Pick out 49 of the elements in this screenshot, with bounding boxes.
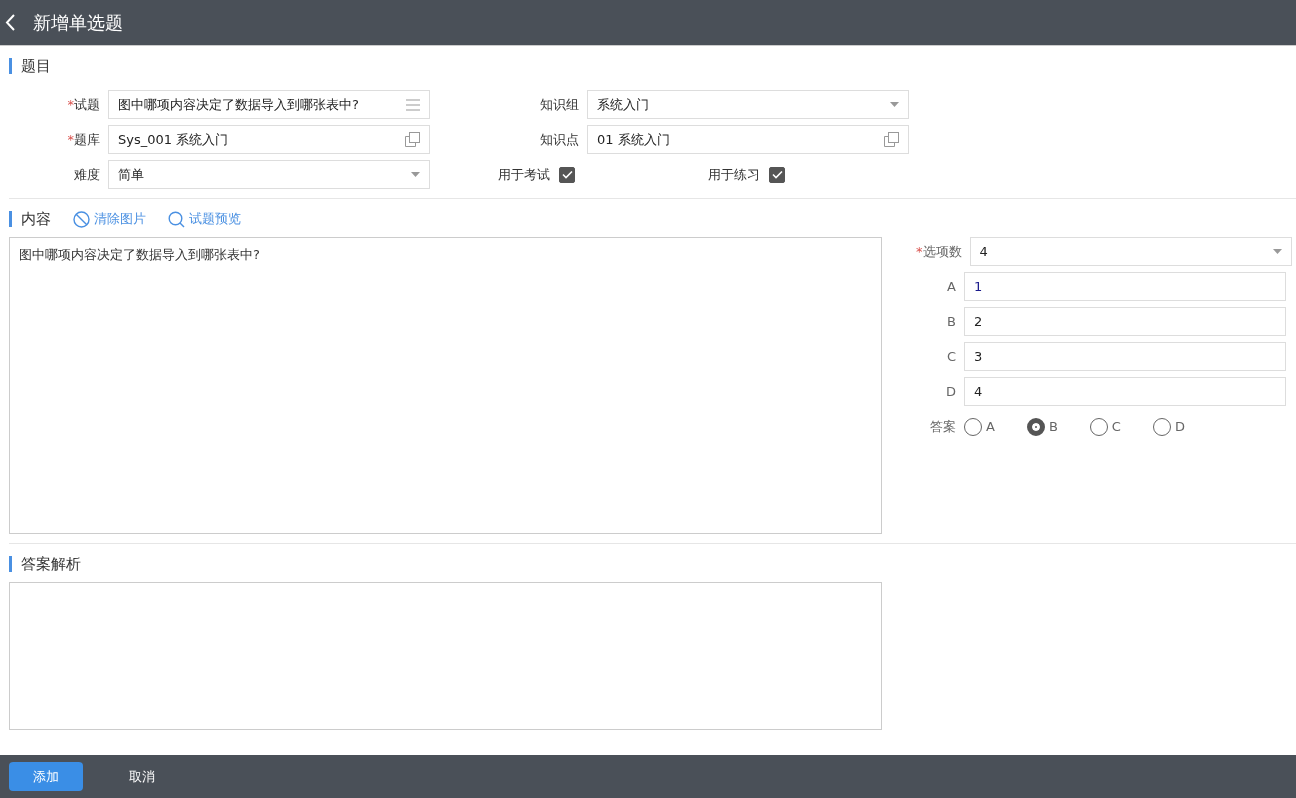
prohibited-icon[interactable] xyxy=(73,210,90,228)
input-field[interactable]: 图中哪项内容决定了数据导入到哪张表中? xyxy=(108,90,430,119)
clear-images-link[interactable]: 清除图片 xyxy=(73,210,146,228)
radio-option[interactable]: A xyxy=(964,417,995,436)
field-label: 选项数 xyxy=(922,242,962,261)
input-field[interactable]: 2 xyxy=(964,307,1286,336)
dropdown-field[interactable]: 简单 xyxy=(108,160,430,189)
field-label: 答案 xyxy=(929,417,956,436)
input-field[interactable]: 3 xyxy=(964,342,1286,371)
copy-icon[interactable] xyxy=(405,132,420,147)
option-label: B xyxy=(946,314,956,329)
radio-option[interactable]: C xyxy=(1089,417,1121,436)
required-mark: * xyxy=(67,96,74,112)
field-label: 题库 xyxy=(74,130,100,149)
section-title: 答案解析 xyxy=(9,556,81,572)
checkbox[interactable] xyxy=(559,166,575,183)
caret-icon[interactable] xyxy=(890,102,899,107)
radio-option[interactable]: D xyxy=(1152,417,1185,436)
dropdown-field[interactable]: 系统入门 xyxy=(587,90,909,119)
dropdown-field[interactable]: 4 xyxy=(969,237,1292,266)
checkbox-label: 用于考试 xyxy=(498,165,550,184)
input-field[interactable]: Sys_001 系统入门 xyxy=(108,125,430,154)
search-icon[interactable] xyxy=(168,210,185,228)
page-title: 新增单选题 xyxy=(33,10,123,35)
cancel-button[interactable]: 取消 xyxy=(105,762,179,791)
field-label: 试题 xyxy=(74,95,100,114)
required-mark: * xyxy=(916,243,923,259)
copy-icon[interactable] xyxy=(884,132,899,147)
input-field[interactable]: 01 系统入门 xyxy=(587,125,909,154)
preview-link[interactable]: 试题预览 xyxy=(168,210,241,228)
section-title: 题目 xyxy=(9,58,51,74)
caret-icon[interactable] xyxy=(411,172,420,177)
section-title: 内容 xyxy=(9,211,51,227)
input-field[interactable]: 4 xyxy=(964,377,1286,406)
content-text-area[interactable]: 图中哪项内容决定了数据导入到哪张表中? xyxy=(9,237,882,534)
required-mark: * xyxy=(67,131,74,147)
checkbox[interactable] xyxy=(769,166,785,183)
option-label: A xyxy=(946,279,956,294)
input-field[interactable]: 1 xyxy=(964,272,1286,301)
back-icon[interactable] xyxy=(5,14,15,31)
field-label: 知识点 xyxy=(540,130,579,149)
checkbox-label: 用于练习 xyxy=(708,165,760,184)
caret-icon[interactable] xyxy=(1272,249,1282,254)
option-label: C xyxy=(945,349,956,364)
option-label: D xyxy=(945,384,956,399)
field-label: 知识组 xyxy=(540,95,579,114)
field-label: 难度 xyxy=(74,165,100,184)
radio-option[interactable]: B xyxy=(1026,417,1058,436)
radio-button[interactable] xyxy=(1026,417,1045,436)
